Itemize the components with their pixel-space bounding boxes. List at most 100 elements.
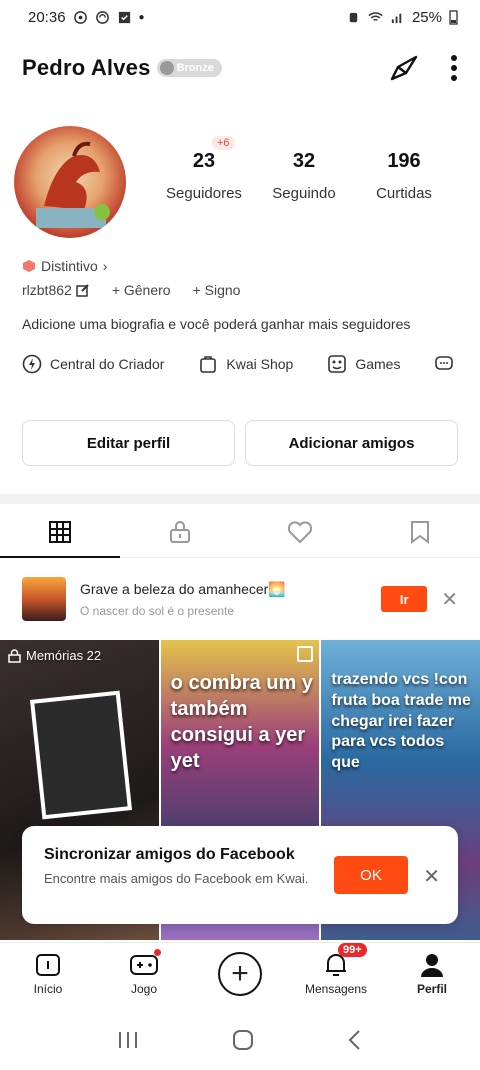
- bookmark-icon: [411, 520, 429, 544]
- shortcut-more[interactable]: [434, 354, 454, 374]
- shortcut-label: Games: [355, 356, 401, 372]
- checkbox-icon: [118, 11, 130, 23]
- wifi-icon: [368, 11, 383, 21]
- video-caption: trazendo vcs !con fruta boa trade me che…: [331, 671, 471, 772]
- shortcut-label: Kwai Shop: [226, 356, 294, 372]
- stat-value: 196: [387, 150, 421, 172]
- nav-create[interactable]: +: [192, 943, 288, 1004]
- toast-ok-button[interactable]: OK: [334, 856, 408, 894]
- share-icon[interactable]: [388, 53, 420, 83]
- game-face-icon: [328, 355, 347, 373]
- stat-label: Seguidores: [166, 185, 242, 202]
- plus-icon: +: [218, 951, 262, 996]
- sunset-thumbnail: [22, 577, 66, 621]
- stats-row: +6 23 Seguidores 32 Seguindo 196 Curtida…: [154, 136, 454, 202]
- nav-profile[interactable]: Perfil: [384, 943, 480, 1004]
- avatar[interactable]: [14, 126, 126, 238]
- nav-home[interactable]: Início: [0, 943, 96, 1004]
- profile-header: Pedro Alves Bronze: [0, 44, 480, 92]
- bottom-nav: Início Jogo + 99+ Mensagens Perfil: [0, 942, 480, 1004]
- photo-stack: [29, 690, 133, 820]
- promo-banner[interactable]: Grave a beleza do amanhecer🌅 O nascer do…: [22, 574, 458, 624]
- sync-icon: [95, 10, 109, 24]
- heart-icon: [287, 520, 313, 543]
- level-badge[interactable]: Bronze: [156, 59, 222, 77]
- promo-title: Grave a beleza do amanhecer🌅: [80, 580, 286, 597]
- shortcut-label: Central do Criador: [50, 356, 165, 372]
- stat-value: 32: [292, 150, 316, 172]
- header-actions: [388, 53, 458, 83]
- shortcut-creator-center[interactable]: Central do Criador: [22, 354, 164, 374]
- shortcut-games[interactable]: Games: [327, 354, 400, 374]
- badge-label: Bronze: [176, 62, 214, 74]
- nav-messages[interactable]: 99+ Mensagens: [288, 943, 384, 1004]
- promo-go-button[interactable]: Ir: [381, 586, 428, 612]
- notification-dot: [154, 949, 161, 956]
- user-id-text: rlzbt862: [22, 282, 72, 298]
- stat-label: Curtidas: [376, 185, 432, 202]
- image-icon: [297, 646, 314, 662]
- bio-text[interactable]: Adicione uma biografia e você poderá gan…: [22, 316, 462, 332]
- gender-button[interactable]: + Gênero: [112, 282, 171, 298]
- profile-buttons: Editar perfil Adicionar amigos: [22, 420, 458, 466]
- distintivo-link[interactable]: Distintivo ›: [22, 258, 107, 274]
- promo-subtitle: O nascer do sol é o presente: [80, 603, 235, 618]
- profile-top: +6 23 Seguidores 32 Seguindo 196 Curtida…: [14, 126, 466, 238]
- facebook-sync-toast: Sincronizar amigos do Facebook Encontre …: [22, 826, 458, 924]
- lock-icon: [170, 520, 190, 543]
- lightning-icon: [22, 354, 42, 374]
- status-bar: 20:36 ● 25%: [0, 0, 480, 34]
- nav-label: Início: [33, 981, 63, 996]
- memories-label: Memórias 22: [8, 648, 101, 663]
- battery-text: 25%: [411, 8, 442, 26]
- video-caption: o combra um y também consigui a yer yet: [170, 672, 313, 772]
- followers-delta: +6: [212, 136, 235, 150]
- nav-game[interactable]: Jogo: [96, 943, 192, 1004]
- stat-followers[interactable]: +6 23 Seguidores: [154, 136, 254, 202]
- tab-liked[interactable]: [240, 506, 360, 557]
- person-icon: [421, 953, 443, 977]
- add-friends-button[interactable]: Adicionar amigos: [245, 420, 458, 466]
- memories-text: Memórias 22: [26, 648, 102, 663]
- tab-saved[interactable]: [360, 506, 480, 557]
- close-icon[interactable]: ✕: [441, 587, 458, 612]
- chat-bubble-icon: [435, 356, 454, 370]
- home-button-icon[interactable]: [232, 1029, 254, 1051]
- gamepad-icon: [130, 954, 158, 975]
- recents-icon[interactable]: [117, 1030, 139, 1050]
- edit-icon: [76, 284, 89, 297]
- home-icon: [36, 953, 60, 976]
- status-right: 25%: [346, 9, 458, 26]
- shortcuts-row: Central do Criador Kwai Shop Games: [22, 354, 480, 374]
- messages-badge: 99+: [338, 943, 367, 957]
- close-icon[interactable]: ✕: [423, 864, 440, 889]
- stat-likes[interactable]: 196 Curtidas: [354, 150, 454, 202]
- lock-icon: [8, 648, 21, 663]
- promo-text: Grave a beleza do amanhecer🌅 O nascer do…: [80, 581, 286, 618]
- stat-value: 23: [192, 150, 216, 172]
- nav-label: Jogo: [130, 981, 158, 996]
- dot-icon: ●: [138, 11, 145, 23]
- tab-private[interactable]: [120, 506, 240, 557]
- meta-row: rlzbt862 + Gênero + Signo: [22, 282, 240, 298]
- badge-icon: [159, 61, 174, 75]
- sign-button[interactable]: + Signo: [193, 282, 241, 298]
- more-options-icon[interactable]: [450, 54, 458, 82]
- alarm-icon: [349, 12, 358, 22]
- chevron-right-icon: ›: [102, 258, 108, 274]
- stat-label: Seguindo: [272, 185, 336, 202]
- edit-profile-button[interactable]: Editar perfil: [22, 420, 235, 466]
- content-tabs: [0, 506, 480, 558]
- shop-bag-icon: [200, 356, 217, 373]
- distintivo-label: Distintivo: [41, 258, 98, 274]
- tab-works[interactable]: [0, 506, 120, 558]
- user-id[interactable]: rlzbt862: [22, 282, 90, 298]
- stat-following[interactable]: 32 Seguindo: [254, 150, 354, 202]
- shortcut-kwai-shop[interactable]: Kwai Shop: [198, 354, 293, 374]
- toast-subtitle: Encontre mais amigos do Facebook em Kwai…: [44, 871, 309, 886]
- back-icon[interactable]: [347, 1029, 363, 1051]
- username: Pedro Alves: [22, 55, 151, 80]
- nav-label: Perfil: [416, 981, 447, 996]
- dragon-avatar-image: [36, 141, 110, 228]
- status-left: 20:36 ●: [28, 9, 145, 26]
